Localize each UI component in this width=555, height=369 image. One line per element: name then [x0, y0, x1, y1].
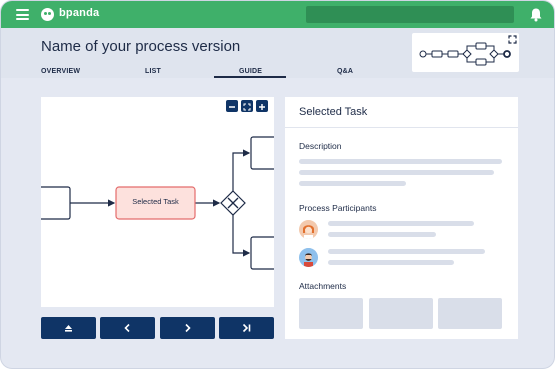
next-icon [185, 323, 191, 333]
page-title: Name of your process version [41, 38, 241, 55]
attachments-label: Attachments [299, 281, 347, 291]
description-line [299, 170, 494, 175]
previous-icon [124, 323, 130, 333]
tab-guide[interactable]: GUIDE [239, 68, 262, 75]
app-window: bpanda Name of your process version OVER… [0, 0, 555, 369]
process-minimap[interactable] [412, 33, 519, 72]
participant-role-line [328, 232, 436, 237]
hamburger-menu-icon[interactable] [16, 9, 29, 20]
task-details-panel: Selected Task Description Process Partic… [285, 97, 518, 339]
divider [285, 127, 518, 128]
next-button[interactable] [160, 317, 215, 339]
lower-next-task-shape[interactable] [250, 236, 274, 270]
last-icon [242, 323, 251, 333]
task-panel-title: Selected Task [299, 106, 368, 118]
process-diagram-panel: Selected Task [41, 97, 274, 307]
previous-button[interactable] [100, 317, 155, 339]
selected-task-label: Selected Task [132, 197, 179, 206]
zoom-in-icon[interactable] [256, 100, 268, 112]
participant-avatar[interactable] [299, 220, 318, 239]
tab-qa[interactable]: Q&A [337, 68, 353, 75]
eject-button[interactable] [41, 317, 96, 339]
active-tab-indicator [214, 76, 286, 78]
page-header: Name of your process version OVERVIEW LI… [1, 28, 554, 78]
upper-next-task-shape[interactable] [250, 136, 274, 170]
expand-icon[interactable] [508, 35, 517, 44]
fit-screen-icon[interactable] [241, 100, 253, 112]
participant-name-line [328, 249, 485, 254]
zoom-out-icon[interactable] [226, 100, 238, 112]
brand-name: bpanda [59, 7, 100, 19]
participant-name-line [328, 221, 474, 226]
exclusive-gateway[interactable] [220, 190, 246, 216]
participants-label: Process Participants [299, 203, 377, 213]
last-button[interactable] [219, 317, 274, 339]
participant-role-line [328, 260, 454, 265]
tab-list[interactable]: LIST [145, 68, 161, 75]
description-line [299, 159, 502, 164]
eject-icon [65, 325, 72, 332]
previous-task-shape[interactable] [41, 186, 71, 220]
attachment-thumbnail[interactable] [438, 298, 502, 329]
top-bar: bpanda [1, 1, 554, 28]
tab-overview[interactable]: OVERVIEW [41, 68, 80, 75]
attachment-thumbnail[interactable] [299, 298, 363, 329]
bell-icon[interactable] [529, 7, 543, 22]
panda-logo-icon [41, 8, 54, 21]
description-label: Description [299, 141, 342, 151]
description-line [299, 181, 406, 186]
participant-avatar[interactable] [299, 248, 318, 267]
attachment-thumbnail[interactable] [369, 298, 433, 329]
search-field[interactable] [306, 6, 514, 23]
